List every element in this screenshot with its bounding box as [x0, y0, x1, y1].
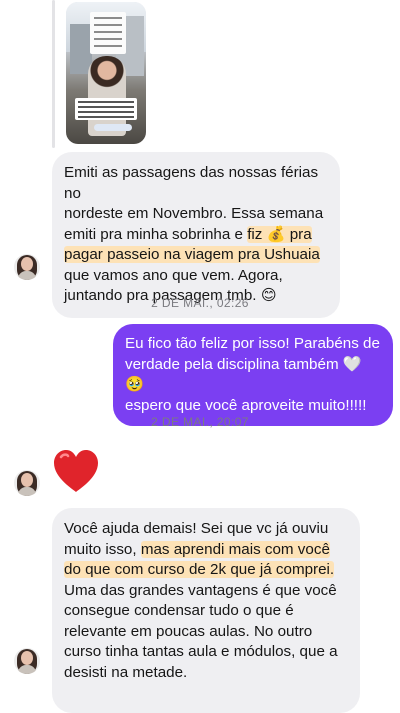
avatar[interactable]	[14, 470, 40, 496]
message-line: desisti na metade.	[64, 663, 188, 681]
highlighted-text: fiz 💰 pra	[247, 225, 312, 243]
message-line: consegue condensar tudo o que é	[64, 602, 294, 619]
message-line: muito isso, mas aprendi mais com você	[64, 540, 330, 558]
message-line: Uma das grandes vantagens é que você	[64, 581, 337, 599]
timestamp: 2 DE MAI., 02:26	[151, 296, 249, 310]
message-line: Você ajuda demais! Sei que vc já ouviu	[64, 520, 329, 537]
avatar[interactable]	[14, 254, 40, 280]
highlighted-text: pagar passeio na viagem pra Ushuaia	[64, 246, 320, 263]
message-line: Eu fico tão feliz por isso! Parabéns de	[125, 335, 380, 352]
message-line: verdade pela disciplina também 🤍 🥹	[125, 355, 362, 394]
story-thumbnail[interactable]	[66, 2, 146, 144]
message-line: relevante em poucas aulas. No outro	[64, 622, 313, 640]
incoming-message[interactable]: Emiti as passagens das nossas férias no …	[52, 152, 340, 318]
story-caption	[75, 98, 137, 120]
outgoing-message[interactable]: Eu fico tão feliz por isso! Parabéns de …	[113, 324, 393, 426]
heart-emoji-icon[interactable]	[52, 448, 100, 494]
story-card	[90, 12, 126, 54]
message-line: do que com curso de 2k que já comprei.	[64, 560, 346, 581]
message-line: nordeste em Novembro. Essa semana	[64, 205, 324, 222]
highlighted-text: do que com curso de 2k que já comprei.	[64, 561, 335, 578]
timestamp: 2 DE MAI., 20:07	[151, 415, 249, 429]
highlighted-text: mas aprendi mais com você	[140, 540, 330, 558]
message-line: que vamos ano que vem. Agora,	[64, 266, 283, 284]
message-line: espero que você aproveite muito!!!!!	[125, 396, 367, 414]
incoming-message[interactable]: Você ajuda demais! Sei que vc já ouviu m…	[52, 508, 360, 713]
story-reply-bar	[52, 0, 55, 148]
message-line: curso tinha tantas aula e módulos, que a	[64, 643, 338, 660]
story-link-chip	[94, 124, 132, 131]
avatar[interactable]	[14, 648, 40, 674]
message-line: emiti pra minha sobrinha e fiz 💰 pra	[64, 225, 312, 243]
message-line: pagar passeio na viagem pra Ushuaia	[64, 245, 326, 266]
message-line: Emiti as passagens das nossas férias no	[64, 164, 319, 202]
